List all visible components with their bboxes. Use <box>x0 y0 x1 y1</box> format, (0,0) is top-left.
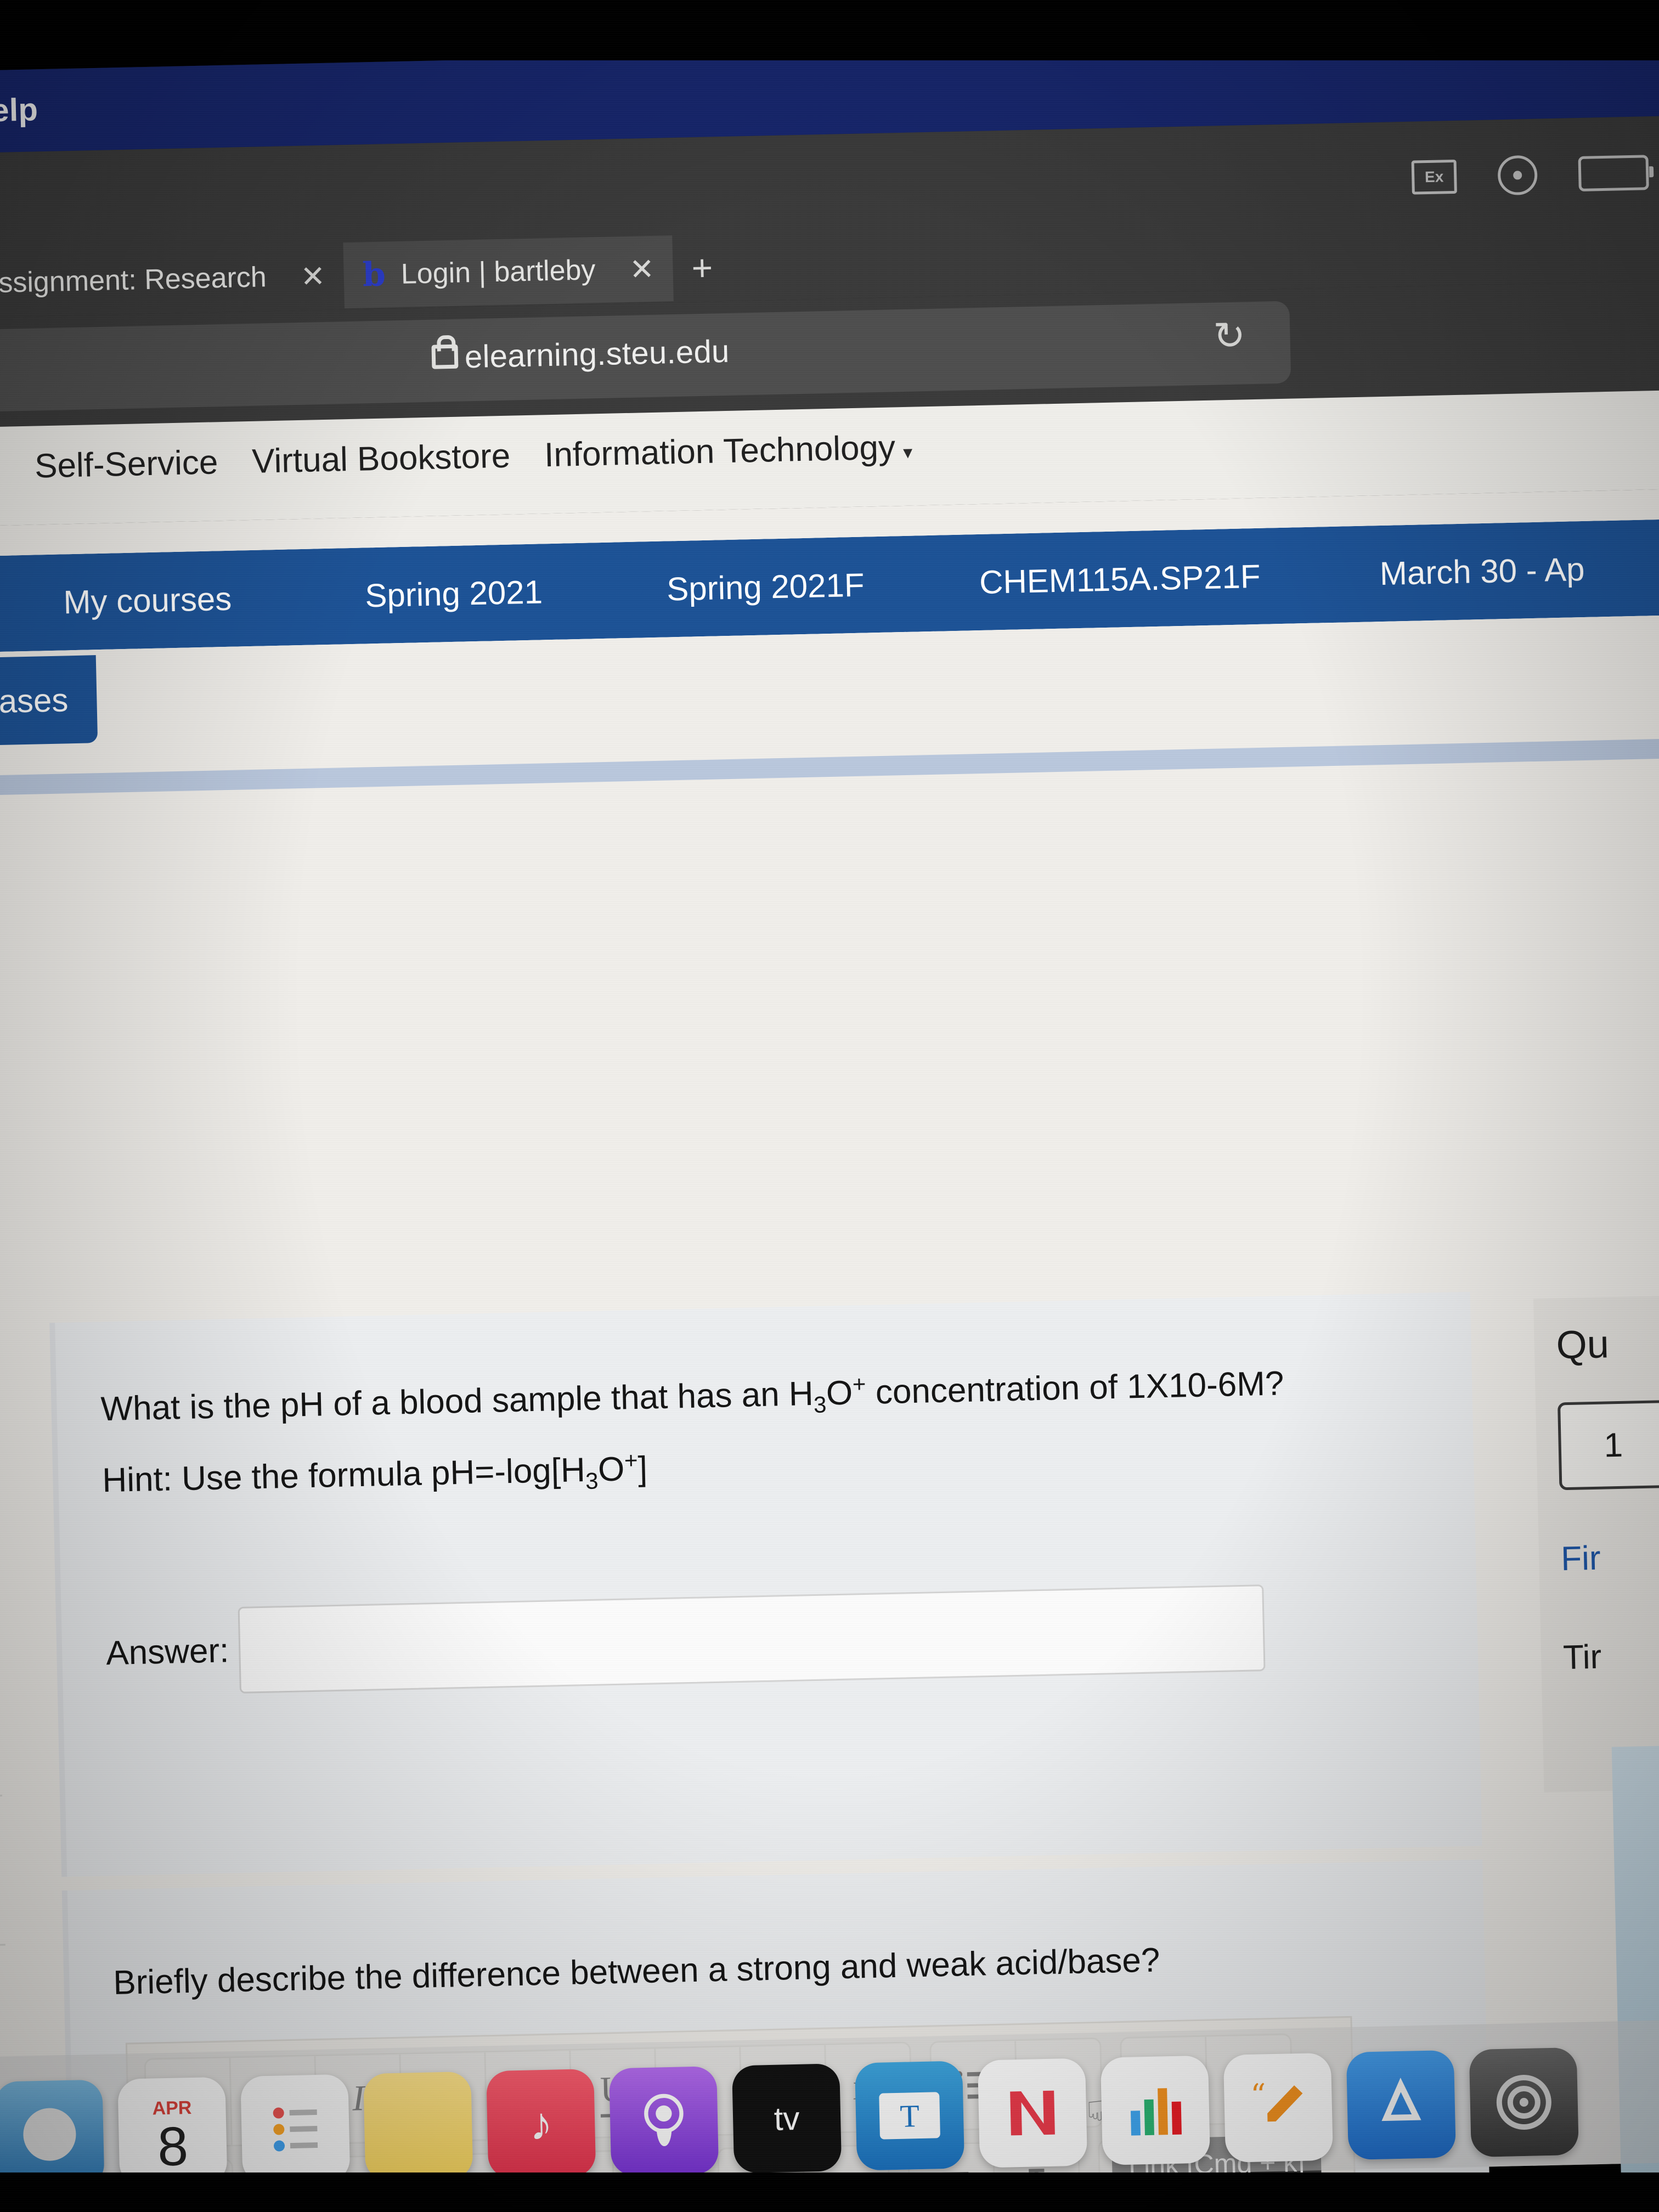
new-tab-button[interactable]: + <box>672 234 732 301</box>
breadcrumb: d My courses Spring 2021 Spring 2021F CH… <box>0 518 1659 653</box>
answer-row: Answer: <box>105 1584 1266 1696</box>
tab-title: Login | bartleby <box>400 254 596 290</box>
question-1-hint: Hint: Use the formula pH=-log[H3O+] <box>102 1447 648 1505</box>
bartleby-favicon: b <box>362 255 386 295</box>
hint-subscript: 3 <box>585 1468 599 1494</box>
answer-label: Answer: <box>105 1631 230 1672</box>
podcasts-icon[interactable] <box>609 2066 719 2176</box>
settings-icon[interactable] <box>1469 2047 1579 2158</box>
browser-tab-bartleby[interactable]: b Login | bartleby ✕ <box>343 235 674 309</box>
menu-item-help[interactable]: Help <box>0 91 38 129</box>
dock-items: APR 8 ♪ tv T “ <box>0 2047 1579 2190</box>
photo-of-laptop-screen: Help load Assignment: Research ✕ b Login… <box>0 0 1659 2212</box>
prompt-part-3: concentration of 1X10-6M? <box>865 1364 1284 1412</box>
battery-icon[interactable] <box>1578 155 1649 192</box>
browser-tab-upload-assignment[interactable]: load Assignment: Research ✕ <box>0 242 345 318</box>
lock-icon <box>431 344 459 369</box>
question-2-prompt: Briefly describe the difference between … <box>112 1941 1161 2002</box>
quiz-navigation-panel: Qu 1 Fir Tir <box>1533 1294 1659 1793</box>
hint-part-2: O <box>597 1450 625 1489</box>
card-edge <box>49 1323 67 1877</box>
plus-icon: + <box>691 247 713 289</box>
hint-part-3: ] <box>637 1449 648 1488</box>
laptop-screen: Help load Assignment: Research ✕ b Login… <box>0 32 1659 2212</box>
time-left-label: Tir <box>1562 1638 1602 1677</box>
finish-attempt-link[interactable]: Fir <box>1560 1539 1601 1579</box>
close-icon[interactable]: ✕ <box>629 251 655 286</box>
prompt-subscript: 3 <box>813 1391 827 1418</box>
app-store-icon[interactable] <box>1346 2050 1456 2160</box>
photo-bezel-bottom <box>0 2172 1659 2212</box>
close-icon[interactable]: ✕ <box>300 258 326 294</box>
question-1-left-stub <box>0 1370 3 1797</box>
address-bar[interactable]: elearning.steu.edu <box>0 301 1291 413</box>
question-1-card: What is the pH of a blood sample that ha… <box>49 1291 1482 1877</box>
quiz-panel-title: Qu <box>1555 1322 1610 1368</box>
quiz-page-number-1[interactable]: 1 <box>1558 1400 1659 1491</box>
screen-mirroring-icon[interactable] <box>1411 159 1457 195</box>
apple-tv-icon[interactable]: tv <box>732 2063 842 2174</box>
keynote-icon[interactable]: T <box>854 2061 965 2171</box>
svg-text:“: “ <box>1250 2077 1267 2113</box>
page-divider <box>0 737 1659 797</box>
system-status-icons <box>1411 155 1649 196</box>
bookmark-information-technology[interactable]: Information Technology ▾ <box>544 428 912 475</box>
answer-input[interactable] <box>238 1584 1266 1694</box>
prompt-part-2: O <box>826 1374 853 1413</box>
hint-part-1: Hint: Use the formula pH=-log[H <box>101 1451 586 1500</box>
prompt-part-1: What is the pH of a blood sample that ha… <box>100 1374 814 1429</box>
reload-icon[interactable]: ↻ <box>1213 313 1246 358</box>
numbers-icon[interactable] <box>1100 2055 1211 2165</box>
chevron-down-icon: ▾ <box>902 442 913 463</box>
moodle-page: d My courses Spring 2021 Spring 2021F CH… <box>0 488 1659 2212</box>
wifi-icon[interactable] <box>1497 155 1538 196</box>
calendar-icon[interactable]: APR 8 <box>117 2076 228 2187</box>
news-icon[interactable] <box>977 2058 1088 2168</box>
pages-icon[interactable]: “ <box>1223 2052 1334 2163</box>
url-text: elearning.steu.edu <box>464 333 730 375</box>
music-icon[interactable]: ♪ <box>486 2068 596 2179</box>
calendar-day: 8 <box>156 2115 189 2177</box>
hint-superscript: + <box>624 1447 638 1474</box>
notes-icon[interactable] <box>363 2071 473 2182</box>
bookmark-self-service[interactable]: Self-Service <box>34 443 218 486</box>
breadcrumb-acids-and-bases[interactable]: cids and Bases <box>0 655 98 749</box>
bookmark-email[interactable]: Email <box>0 448 1 488</box>
reminders-icon[interactable] <box>240 2074 351 2184</box>
question-1-prompt: What is the pH of a blood sample that ha… <box>100 1362 1284 1434</box>
photo-bezel-top <box>0 0 1659 60</box>
prompt-superscript: + <box>852 1370 866 1397</box>
tab-title: load Assignment: Research <box>0 261 267 301</box>
breadcrumb-march30-april[interactable]: March 30 - Ap <box>1333 517 1659 622</box>
bookmark-virtual-bookstore[interactable]: Virtual Bookstore <box>252 437 511 481</box>
